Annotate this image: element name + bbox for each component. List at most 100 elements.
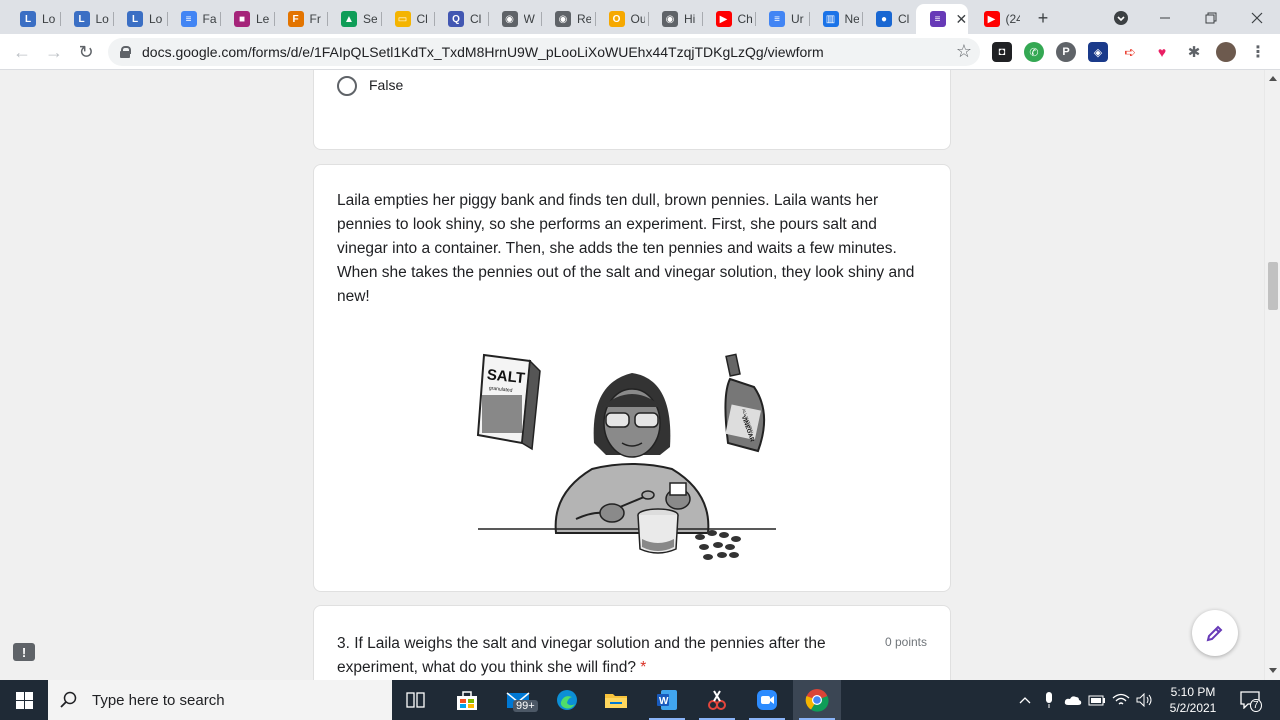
experiment-illustration: SALT granulated ALL NATURAL VINEGAR (476, 353, 776, 560)
browser-tab[interactable]: O Ou (594, 4, 645, 34)
scroll-down-icon[interactable] (1269, 668, 1277, 673)
browser-tab[interactable]: L Lo (59, 4, 110, 34)
plus-icon: + (1037, 7, 1049, 28)
volume-tray-icon[interactable] (1136, 691, 1154, 709)
taskbar-search-box[interactable]: Type here to search (48, 680, 392, 720)
browser-tab[interactable]: ▭ Cl (380, 4, 431, 34)
fox-icon: F (287, 11, 304, 27)
earth-icon: ◉ (662, 11, 678, 27)
restore-button[interactable] (1197, 4, 1225, 32)
system-clock[interactable]: 5:10 PM 5/2/2021 (1163, 684, 1223, 716)
browser-tab[interactable]: F Fr (273, 4, 324, 34)
browser-tab[interactable]: ▶ (24 (970, 4, 1020, 34)
tab-title: Lo (95, 12, 109, 26)
reload-button[interactable]: ↻ (72, 38, 100, 66)
speaker-icon (1136, 693, 1152, 707)
start-button[interactable] (0, 680, 48, 720)
pencil-icon (1206, 625, 1223, 642)
svg-text:W: W (659, 696, 669, 707)
edit-response-button[interactable] (1192, 610, 1238, 656)
cast-extension-icon[interactable]: ➪ (1120, 42, 1140, 62)
word-taskbar-icon[interactable]: W (643, 680, 691, 720)
browser-tab[interactable]: ● Cl (862, 4, 912, 34)
tab-title: Fa (202, 12, 217, 26)
onedrive-tray-icon[interactable] (1064, 691, 1082, 709)
search-placeholder: Type here to search (92, 691, 225, 709)
microphone-tray-icon[interactable] (1040, 691, 1058, 709)
browser-tab[interactable]: ◉ W (487, 4, 538, 34)
battery-icon (1088, 695, 1105, 706)
kebab-menu-icon[interactable]: ⋮ (1248, 42, 1268, 62)
story-card: Laila empties her piggy bank and finds t… (313, 164, 951, 592)
page-viewport: False Laila empties her piggy bank and f… (0, 70, 1264, 680)
lo-icon: L (127, 11, 143, 27)
report-abuse-button[interactable]: ! (13, 643, 35, 661)
browser-tab[interactable]: ▥ Ne (808, 4, 859, 34)
close-window-button[interactable] (1243, 4, 1271, 32)
browser-tab[interactable]: ▶ Ch (701, 4, 752, 34)
docs-icon: ≡ (769, 11, 785, 27)
question-3-title: 3. If Laila weighs the salt and vinegar … (337, 635, 826, 676)
radio-false[interactable] (337, 76, 357, 96)
store-taskbar-icon[interactable] (443, 680, 491, 720)
globe-extension-icon[interactable]: ◈ (1088, 42, 1108, 62)
task-view-icon (406, 692, 425, 708)
close-tab-icon[interactable]: ✕ (956, 11, 968, 28)
browser-tab[interactable]: ≡ ✕ (915, 4, 968, 34)
pinterest-extension-icon[interactable]: P (1056, 42, 1076, 62)
forward-button[interactable]: → (40, 38, 68, 66)
tab-title: Lo (42, 12, 56, 26)
edge-taskbar-icon[interactable] (543, 680, 591, 720)
mail-taskbar-icon[interactable]: 99+ (494, 680, 542, 720)
tab-search-button[interactable] (1107, 4, 1135, 32)
snipping-tool-taskbar-icon[interactable] (693, 680, 741, 720)
wifi-tray-icon[interactable] (1112, 691, 1130, 709)
browser-tab[interactable]: ≡ Fa (166, 4, 217, 34)
drive-icon: ▲ (341, 11, 357, 27)
phone-extension-icon[interactable]: ✆ (1024, 42, 1044, 62)
browser-tab[interactable]: Q Cl (434, 4, 484, 34)
page-scrollbar[interactable] (1264, 70, 1280, 680)
girl-figure (554, 373, 710, 534)
tab-title: Le (256, 12, 270, 26)
show-hidden-icons-button[interactable] (1016, 691, 1034, 709)
tab-title: Re (577, 12, 591, 26)
chevron-up-icon (1019, 697, 1031, 704)
browser-tab[interactable]: ≡ Ur (755, 4, 805, 34)
new-tab-button[interactable]: + (1029, 4, 1057, 32)
task-view-button[interactable] (392, 680, 440, 720)
wifi-icon (1112, 693, 1130, 705)
exclamation-icon: ! (21, 644, 27, 660)
puzzle-extensions-icon[interactable]: ✱ (1184, 42, 1204, 62)
docs-icon: ≡ (180, 11, 197, 27)
question-3-points: 0 points (884, 635, 927, 649)
browser-toolbar: ← → ↻ docs.google.com/forms/d/e/1FAIpQLS… (0, 34, 1280, 70)
scroll-up-icon[interactable] (1269, 76, 1277, 81)
action-center-button[interactable]: 7 (1238, 691, 1262, 712)
solution-jar (637, 508, 679, 554)
browser-tab[interactable]: ◉ Re (541, 4, 591, 34)
back-button[interactable]: ← (8, 38, 36, 66)
scroll-thumb[interactable] (1268, 262, 1278, 310)
browser-tab[interactable]: ◉ Hi (648, 4, 698, 34)
word-icon: W (657, 690, 677, 710)
vinegar-bottle: ALL NATURAL VINEGAR (724, 353, 766, 453)
browser-tab[interactable]: L Lo (6, 4, 56, 34)
bookmark-star-icon[interactable]: ☆ (956, 41, 972, 62)
chrome-taskbar-icon[interactable] (793, 680, 841, 720)
browser-tab[interactable]: ▲ Se (327, 4, 377, 34)
heart-extension-icon[interactable]: ♥ (1152, 42, 1172, 62)
chrome-icon (805, 689, 829, 712)
address-bar[interactable]: docs.google.com/forms/d/e/1FAIpQLSetl1Kd… (108, 38, 980, 66)
profile-avatar[interactable] (1216, 42, 1236, 62)
zoom-taskbar-icon[interactable] (743, 680, 791, 720)
scissors-icon (708, 690, 726, 710)
minimize-button[interactable] (1151, 4, 1179, 32)
browser-tab[interactable]: ■ Le (220, 4, 270, 34)
file-explorer-taskbar-icon[interactable] (592, 680, 640, 720)
browser-tab[interactable]: L Lo (113, 4, 163, 34)
tab-title: Hi (684, 12, 696, 26)
battery-tray-icon[interactable] (1088, 691, 1106, 709)
youtube-icon: ▶ (983, 11, 1000, 27)
screencast-extension-icon[interactable]: ◘ (992, 42, 1012, 62)
